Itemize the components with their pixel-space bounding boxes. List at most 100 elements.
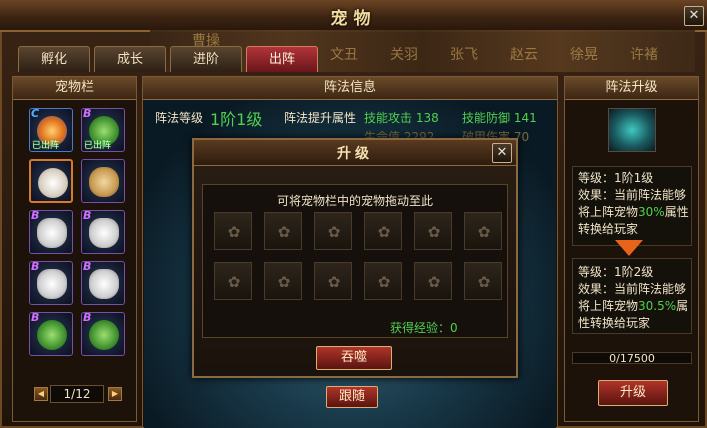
deployed-tag: 已出阵 xyxy=(84,141,112,151)
follow-button[interactable]: 跟随 xyxy=(326,386,378,408)
tab-advance[interactable]: 进阶 xyxy=(170,46,242,72)
pet-helm-icon xyxy=(37,218,67,248)
tab-growth[interactable]: 成长 xyxy=(94,46,166,72)
prev-page-button[interactable]: ◀ xyxy=(34,387,48,401)
formation-level-label: 阵法等级 xyxy=(155,111,204,125)
next-page-button[interactable]: ▶ xyxy=(108,387,122,401)
pet-grade-badge: B xyxy=(83,311,92,324)
paw-icon: ✿ xyxy=(427,223,441,241)
current-effect: 效果：当前阵法能够 xyxy=(578,188,687,202)
pet-helm-icon xyxy=(89,218,119,248)
formation-boost-label: 阵法提升属性 xyxy=(284,111,357,125)
feed-slot[interactable]: ✿ xyxy=(214,262,252,300)
pet-grade-badge: B xyxy=(83,107,92,120)
scene-name: 许褚 xyxy=(630,47,658,63)
chevron-left-icon: ◀ xyxy=(37,389,45,398)
feed-slot[interactable]: ✿ xyxy=(264,212,302,250)
current-percent: 30% xyxy=(638,205,665,219)
pet-slot[interactable]: B xyxy=(81,209,125,254)
pet-slot[interactable]: B xyxy=(29,209,73,254)
next-level: 等级：1阶2级 xyxy=(578,265,654,279)
feed-slot[interactable]: ✿ xyxy=(464,262,502,300)
paw-icon: ✿ xyxy=(327,273,341,291)
pet-frog-icon xyxy=(37,320,67,350)
paw-icon: ✿ xyxy=(277,223,291,241)
paw-icon: ✿ xyxy=(277,273,291,291)
pet-slot[interactable]: C 已出阵 xyxy=(29,107,73,152)
pet-grade-badge: B xyxy=(31,209,40,222)
scene-name: 徐晃 xyxy=(570,47,598,63)
pet-grade-badge: B xyxy=(83,260,92,273)
formation-info-title: 阵法信息 xyxy=(143,77,557,100)
devour-button[interactable]: 吞噬 xyxy=(316,346,392,370)
pet-slot[interactable]: B xyxy=(81,311,125,356)
scene-name: 关羽 xyxy=(390,47,418,63)
page-indicator: 1/12 xyxy=(50,385,104,403)
paw-icon: ✿ xyxy=(227,273,241,291)
pet-slot[interactable]: B xyxy=(29,311,73,356)
close-icon: ✕ xyxy=(496,145,508,160)
pet-grade-badge: C xyxy=(31,107,40,120)
next-conversion: 将上阵宠物30.5%属 xyxy=(578,299,689,313)
scene-name: 赵云 xyxy=(510,47,538,63)
paw-icon: ✿ xyxy=(477,273,491,291)
scene-name: 文丑 xyxy=(330,47,358,63)
feed-slot[interactable]: ✿ xyxy=(214,212,252,250)
feed-slot[interactable]: ✿ xyxy=(414,262,452,300)
formation-icon xyxy=(608,108,656,152)
exp-progress-text: 0/17500 xyxy=(609,352,655,365)
current-level-text: 等级：1阶1级 效果：当前阵法能够 将上阵宠物30%属性 转换给玩家 xyxy=(578,170,689,238)
next-percent: 30.5% xyxy=(638,299,677,313)
feed-slot[interactable]: ✿ xyxy=(314,262,352,300)
pet-slot[interactable] xyxy=(81,159,125,203)
next-effect: 效果：当前阵法能够 xyxy=(578,282,687,296)
dialog-title: 升级 xyxy=(337,146,373,162)
feed-slot[interactable]: ✿ xyxy=(464,212,502,250)
chevron-right-icon: ▶ xyxy=(111,389,119,398)
paw-icon: ✿ xyxy=(477,223,491,241)
feed-slot[interactable]: ✿ xyxy=(364,262,402,300)
current-target: 转换给玩家 xyxy=(578,222,639,236)
exp-gained: 获得经验：0 xyxy=(390,321,458,335)
pet-panel-title: 宠物栏 xyxy=(13,77,136,100)
pet-grade-badge: B xyxy=(31,260,40,273)
skill-attack-stat: 技能攻击 138 xyxy=(364,111,439,125)
next-target: 性转换给玩家 xyxy=(578,316,651,330)
pet-slot[interactable] xyxy=(29,159,73,203)
arrow-down-icon xyxy=(615,240,643,256)
pet-dog-icon xyxy=(89,167,119,197)
pet-frog-icon xyxy=(89,320,119,350)
tab-hatch[interactable]: 孵化 xyxy=(18,46,90,72)
feed-slot[interactable]: ✿ xyxy=(414,212,452,250)
pet-slot[interactable]: B xyxy=(81,260,125,305)
window-title: 宠物 xyxy=(330,9,377,29)
feed-slot[interactable]: ✿ xyxy=(314,212,352,250)
paw-icon: ✿ xyxy=(377,273,391,291)
paw-icon: ✿ xyxy=(227,223,241,241)
paw-icon: ✿ xyxy=(427,273,441,291)
pet-slot[interactable]: B 已出阵 xyxy=(81,107,125,152)
paw-icon: ✿ xyxy=(377,223,391,241)
paw-icon: ✿ xyxy=(327,223,341,241)
next-level-text: 等级：1阶2级 效果：当前阵法能够 将上阵宠物30.5%属 性转换给玩家 xyxy=(578,264,688,332)
current-level: 等级：1阶1级 xyxy=(578,171,654,185)
close-window-button[interactable]: ✕ xyxy=(684,6,704,26)
pet-helm-icon xyxy=(89,269,119,299)
pet-grade-badge: B xyxy=(83,209,92,222)
current-conversion: 将上阵宠物30%属性 xyxy=(578,205,689,219)
close-icon: ✕ xyxy=(688,8,700,23)
skill-defense-stat: 技能防御 141 xyxy=(462,111,537,125)
pet-grade-badge: B xyxy=(31,311,40,324)
pet-helm-icon xyxy=(37,269,67,299)
scene-name: 张飞 xyxy=(450,47,478,63)
formation-upgrade-title: 阵法升级 xyxy=(565,77,698,100)
upgrade-button[interactable]: 升级 xyxy=(598,380,668,406)
drag-hint: 可将宠物栏中的宠物拖动至此 xyxy=(276,194,433,208)
feed-slot[interactable]: ✿ xyxy=(264,262,302,300)
upgrade-dialog: 升级 ✕ 可将宠物栏中的宠物拖动至此 ✿ ✿ ✿ ✿ ✿ ✿ ✿ ✿ ✿ ✿ ✿ ✿ 获得经验：0 xyxy=(192,138,518,378)
dialog-close-button[interactable]: ✕ xyxy=(492,143,512,163)
feed-slot[interactable]: ✿ xyxy=(364,212,402,250)
formation-level-value: 1阶1级 xyxy=(210,110,263,129)
tab-deploy[interactable]: 出阵 xyxy=(246,46,318,72)
pet-slot[interactable]: B xyxy=(29,260,73,305)
